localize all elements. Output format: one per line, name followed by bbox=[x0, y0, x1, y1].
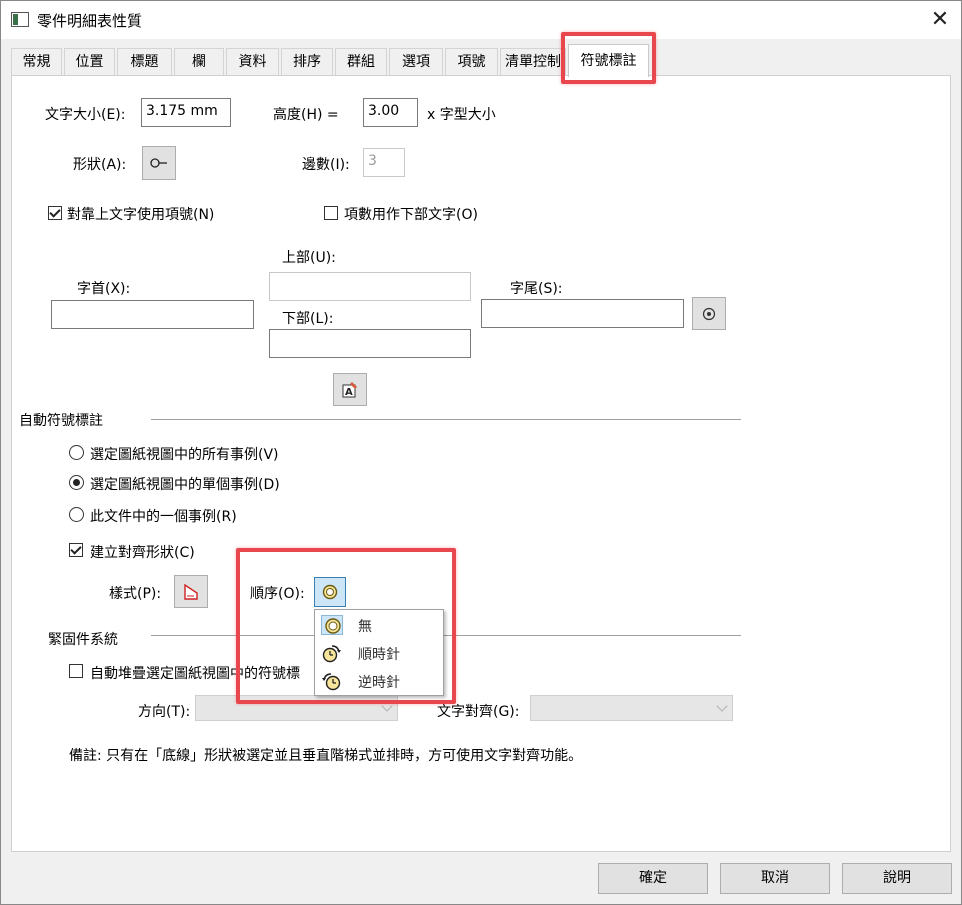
auto-balloon-section-label: 自動符號標註 bbox=[19, 413, 103, 429]
tab-title[interactable]: 標題 bbox=[117, 48, 172, 76]
clockwise-icon bbox=[322, 645, 341, 663]
tab-item-number[interactable]: 項號 bbox=[445, 48, 498, 76]
upper-input[interactable] bbox=[269, 272, 471, 301]
height-input[interactable]: 3.00 bbox=[363, 98, 418, 127]
symbol-icon bbox=[702, 307, 716, 320]
height-suffix: x 字型大小 bbox=[427, 107, 496, 123]
order-option-counterclockwise-label: 逆時針 bbox=[358, 675, 400, 691]
order-option-clockwise[interactable]: 順時針 bbox=[315, 640, 443, 667]
suffix-input[interactable] bbox=[481, 299, 684, 328]
create-align-shape-label: 建立對齊形狀(C) bbox=[90, 545, 195, 561]
no-order-icon bbox=[325, 618, 341, 634]
fastener-section-label: 緊固件系統 bbox=[48, 632, 118, 648]
tab-position[interactable]: 位置 bbox=[64, 48, 115, 76]
chevron-down-icon bbox=[716, 700, 728, 712]
tab-list-control[interactable]: 清單控制 bbox=[500, 48, 566, 76]
text-format-icon: A bbox=[342, 381, 357, 398]
height-label: 高度(H) = bbox=[273, 107, 339, 123]
order-option-clockwise-label: 順時針 bbox=[358, 647, 400, 663]
text-size-input[interactable]: 3.175 mm bbox=[141, 98, 231, 127]
radio-all-instances[interactable] bbox=[69, 445, 84, 460]
tab-sort[interactable]: 排序 bbox=[281, 48, 333, 76]
style-icon bbox=[184, 583, 198, 600]
auto-stack-checkbox[interactable] bbox=[69, 664, 83, 678]
suffix-label: 字尾(S): bbox=[510, 281, 563, 297]
title-bar: 零件明細表性質 ✕ bbox=[1, 1, 961, 39]
radio-single-instance-label: 選定圖紙視圖中的單個事例(D) bbox=[90, 477, 280, 493]
align-text-item-label: 對靠上文字使用項號(N) bbox=[67, 207, 215, 223]
radio-one-per-document[interactable] bbox=[69, 507, 84, 522]
help-button[interactable]: 說明 bbox=[842, 863, 952, 894]
qty-lower-text-checkbox[interactable] bbox=[324, 206, 338, 220]
window-title: 零件明細表性質 bbox=[37, 12, 143, 30]
sides-input[interactable]: 3 bbox=[363, 148, 405, 177]
order-option-none[interactable]: 無 bbox=[315, 612, 443, 639]
shape-label: 形狀(A): bbox=[73, 157, 127, 173]
align-text-item-checkbox[interactable] bbox=[48, 206, 62, 220]
text-size-label: 文字大小(E): bbox=[45, 107, 126, 123]
radio-single-instance[interactable] bbox=[69, 475, 84, 490]
qty-lower-text-label: 項數用作下部文字(O) bbox=[344, 207, 478, 223]
direction-label: 方向(T): bbox=[138, 704, 191, 720]
counterclockwise-icon bbox=[322, 673, 341, 691]
style-label: 樣式(P): bbox=[109, 586, 162, 602]
tab-general[interactable]: 常規 bbox=[11, 48, 62, 76]
order-option-counterclockwise[interactable]: 逆時針 bbox=[315, 668, 443, 695]
text-align-select[interactable] bbox=[530, 695, 733, 721]
tab-column[interactable]: 欄 bbox=[174, 48, 224, 76]
cancel-button[interactable]: 取消 bbox=[720, 863, 830, 894]
svg-text:A: A bbox=[345, 387, 353, 398]
balloon-shape-icon bbox=[150, 158, 167, 168]
note-text: 備註: 只有在「底線」形狀被選定並且垂直階梯式並排時，方可使用文字對齊功能。 bbox=[69, 748, 583, 764]
shape-button[interactable] bbox=[142, 146, 176, 180]
order-option-none-label: 無 bbox=[358, 619, 372, 635]
prefix-input[interactable] bbox=[51, 300, 254, 329]
text-format-button[interactable]: A bbox=[333, 373, 367, 406]
prefix-label: 字首(X): bbox=[77, 281, 131, 297]
order-dropdown: 無 順時針 逆時針 bbox=[314, 609, 444, 696]
tab-balloon[interactable]: 符號標註 bbox=[568, 44, 649, 77]
tab-options[interactable]: 選項 bbox=[389, 48, 443, 76]
create-align-shape-checkbox[interactable] bbox=[69, 543, 83, 557]
lower-input[interactable] bbox=[269, 329, 471, 358]
sides-label: 邊數(I): bbox=[302, 157, 350, 173]
upper-label: 上部(U): bbox=[282, 250, 336, 266]
radio-all-instances-label: 選定圖紙視圖中的所有事例(V) bbox=[90, 447, 279, 463]
app-icon bbox=[11, 12, 29, 27]
dialog-window: 零件明細表性質 ✕ 常規 位置 標題 欄 資料 排序 群組 選項 項號 清單控制… bbox=[0, 0, 962, 905]
style-button[interactable] bbox=[174, 575, 208, 608]
tab-group[interactable]: 群組 bbox=[335, 48, 387, 76]
lower-label: 下部(L): bbox=[282, 311, 334, 327]
tab-data[interactable]: 資料 bbox=[226, 48, 279, 76]
symbol-button[interactable] bbox=[692, 297, 726, 330]
close-button[interactable]: ✕ bbox=[921, 3, 959, 37]
text-align-label: 文字對齊(G): bbox=[437, 704, 520, 720]
ok-button[interactable]: 確定 bbox=[598, 863, 708, 894]
radio-one-per-document-label: 此文件中的一個事例(R) bbox=[90, 509, 237, 525]
auto-balloon-separator bbox=[151, 419, 741, 420]
